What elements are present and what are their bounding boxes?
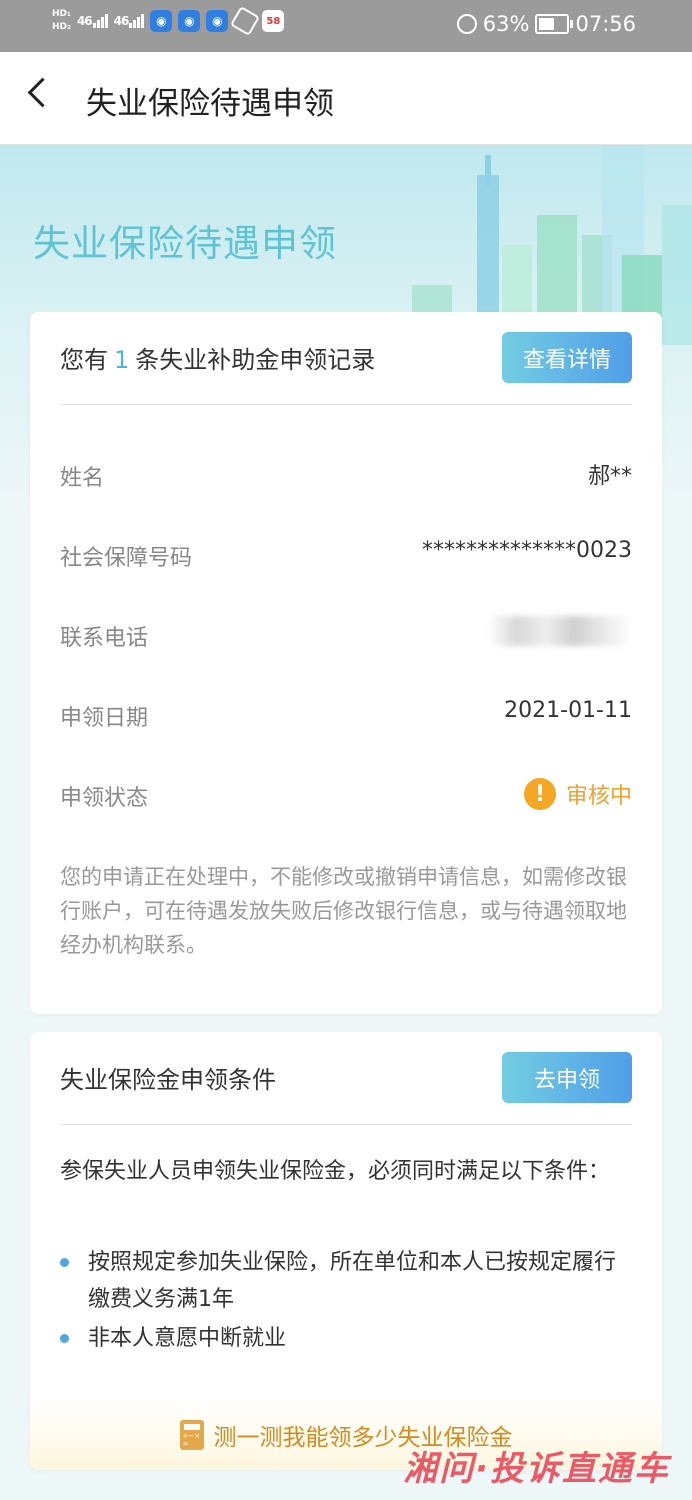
view-details-button[interactable]: 查看详情 xyxy=(502,332,632,383)
hd-icon: HD₁ HD₂ xyxy=(52,9,71,32)
record-card: 您有 1 条失业补助金申领记录 查看详情 姓名 郝** 社会保障号码 *******… xyxy=(30,312,662,1014)
list-item: 按照规定参加失业保险，所在单位和本人已按规定履行缴费义务满1年 xyxy=(60,1244,632,1318)
list-item: 非本人意愿中断就业 xyxy=(60,1320,632,1357)
status-left: HD₁ HD₂ 46 46 ◉ ◉ ◉ 58 xyxy=(52,5,285,37)
phone-value-blurred xyxy=(488,616,632,646)
row-ssn: 社会保障号码 **************0023 xyxy=(60,538,632,571)
row-name: 姓名 郝** xyxy=(60,460,632,500)
status-bar: HD₁ HD₂ 46 46 ◉ ◉ ◉ 58 63% 07:56 xyxy=(0,0,692,52)
battery-percent: 63% xyxy=(482,12,530,36)
app-58-icon: 58 xyxy=(262,10,285,32)
nav-bar: 失业保险待遇申领 xyxy=(0,52,692,145)
conditions-card-header: 失业保险金申领条件 去申领 xyxy=(60,1032,632,1125)
battery-icon xyxy=(535,14,574,34)
conditions-list: 按照规定参加失业保险，所在单位和本人已按规定履行缴费义务满1年 非本人意愿中断就… xyxy=(60,1244,632,1359)
nut-icon xyxy=(230,5,261,37)
record-count: 1 xyxy=(114,346,130,374)
wifi-icon: ◉ xyxy=(206,10,229,32)
row-phone: 联系电话 xyxy=(60,616,632,660)
apply-button[interactable]: 去申领 xyxy=(502,1052,632,1103)
record-summary: 您有 1 条失业补助金申领记录 xyxy=(60,346,376,374)
conditions-card: 失业保险金申领条件 去申领 参保失业人员申领失业保险金，必须同时满足以下条件： … xyxy=(30,1032,662,1470)
record-card-header: 您有 1 条失业补助金申领记录 查看详情 xyxy=(60,312,632,405)
conditions-intro: 参保失业人员申领失业保险金，必须同时满足以下条件： xyxy=(60,1159,611,1184)
name-value: 郝** xyxy=(587,464,632,489)
page-title: 失业保险待遇申领 xyxy=(86,86,334,122)
bullet-icon xyxy=(60,1334,69,1343)
signal-icon-2: 46 xyxy=(114,14,145,28)
alarm-icon xyxy=(456,14,477,34)
row-status: 申领状态 ! 审核中 xyxy=(60,778,632,820)
ssn-value: **************0023 xyxy=(422,538,632,563)
bullet-icon xyxy=(60,1258,69,1267)
status-right: 63% 07:56 xyxy=(456,12,636,36)
date-value: 2021-01-11 xyxy=(504,698,632,723)
clock: 07:56 xyxy=(575,12,636,36)
conditions-title: 失业保险金申领条件 xyxy=(60,1066,276,1094)
hero-title: 失业保险待遇申领 xyxy=(33,222,337,265)
watermark: 湘问·投诉直通车 xyxy=(403,1449,670,1489)
warning-icon: ! xyxy=(523,778,556,810)
wifi-icon: ◉ xyxy=(150,10,173,32)
wifi-icon: ◉ xyxy=(178,10,201,32)
calculator-icon xyxy=(179,1420,204,1450)
status-badge: ! 审核中 xyxy=(523,778,632,810)
row-date: 申领日期 2021-01-11 xyxy=(60,698,632,731)
back-arrow-icon[interactable] xyxy=(27,77,58,108)
signal-icon: 46 xyxy=(77,14,108,28)
processing-notice: 您的申请正在处理中，不能修改或撤销申请信息，如需修改银行账户，可在待遇发放失败后… xyxy=(60,865,627,957)
